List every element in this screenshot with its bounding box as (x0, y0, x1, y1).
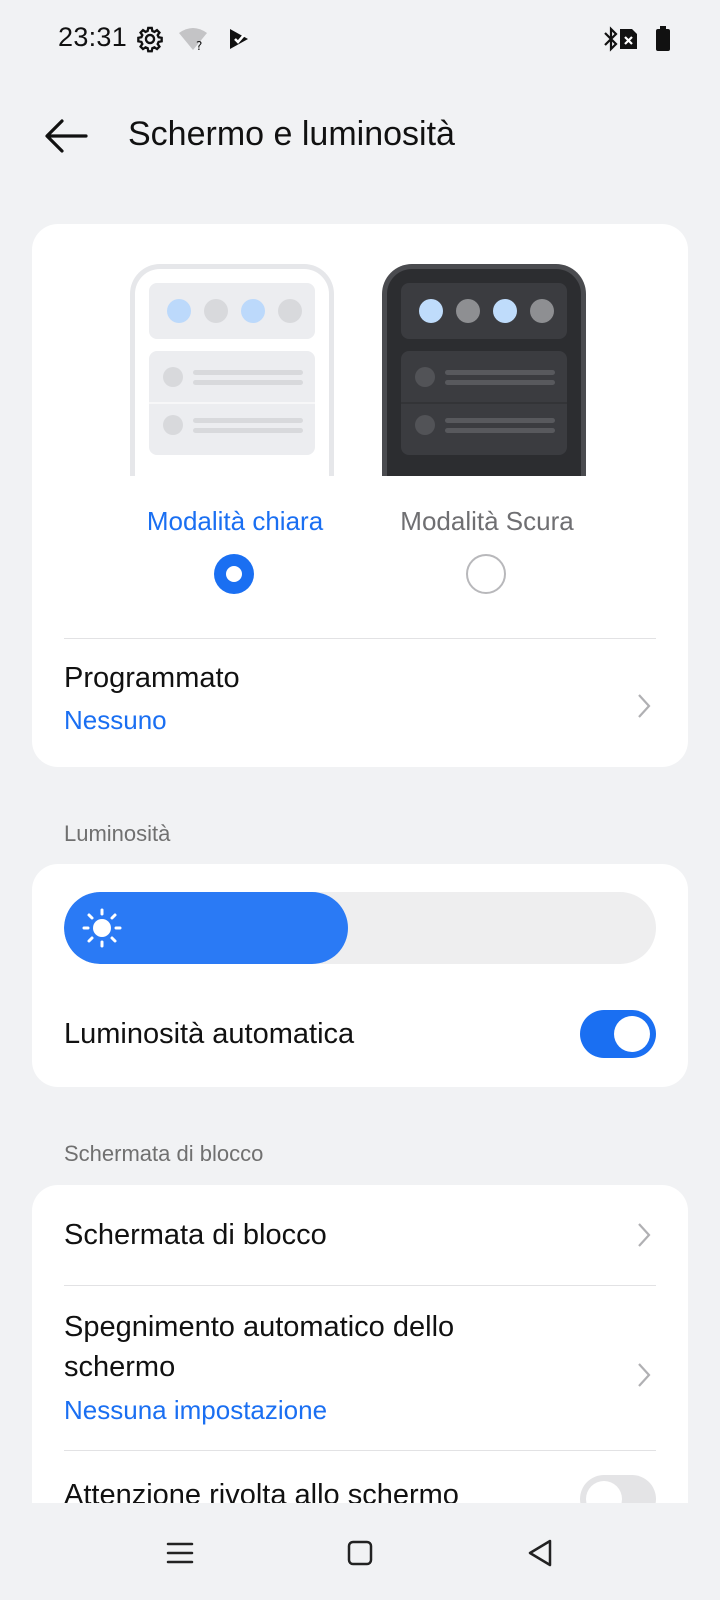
chevron-right-icon (632, 1215, 656, 1255)
divider (64, 1450, 656, 1451)
auto-brightness-row: Luminosità automatica (64, 1014, 656, 1062)
page-title: Schermo e luminosità (128, 115, 455, 153)
theme-option-light[interactable]: Modalità chiara (130, 264, 340, 604)
back-button[interactable] (36, 106, 96, 166)
brightness-section-label: Luminosità (64, 821, 171, 846)
battery-icon (648, 24, 678, 54)
light-mode-radio[interactable] (214, 554, 254, 594)
brightness-slider[interactable] (64, 892, 656, 964)
lock-screen-row[interactable]: Schermata di blocco (64, 1207, 656, 1267)
wifi-unknown-icon: ? (178, 24, 208, 54)
nav-back-button[interactable] (516, 1529, 564, 1577)
home-square-icon (347, 1540, 373, 1566)
screen-timeout-value: Nessuna impostazione (64, 1395, 328, 1425)
dark-mode-label: Modalità Scura (400, 506, 574, 536)
screen-timeout-title: Spegnimento automatico dello schermo (64, 1311, 455, 1383)
divider (64, 638, 656, 639)
svg-text:?: ? (196, 39, 202, 52)
menu-icon (166, 1542, 194, 1564)
light-mode-label: Modalità chiara (146, 506, 324, 536)
navigation-bar (0, 1503, 720, 1600)
status-time: 23:31 (58, 22, 128, 52)
dark-mode-preview (382, 264, 586, 476)
schedule-value: Nessuno (64, 705, 167, 735)
auto-brightness-label: Luminosità automatica (64, 1018, 355, 1050)
lock-section-label: Schermata di blocco (64, 1141, 264, 1166)
gear-icon (135, 24, 165, 54)
lock-screen-title: Schermata di blocco (64, 1219, 327, 1251)
dark-mode-radio[interactable] (466, 554, 506, 594)
recent-apps-button[interactable] (156, 1529, 204, 1577)
auto-brightness-toggle[interactable] (580, 1010, 656, 1058)
schedule-title: Programmato (64, 662, 240, 694)
play-store-icon (224, 24, 254, 54)
status-bar: 23:31 ? (0, 0, 720, 80)
theme-option-dark[interactable]: Modalità Scura (382, 264, 592, 604)
app-header: Schermo e luminosità (0, 100, 720, 172)
screen-timeout-row[interactable]: Spegnimento automatico dello schermo Nes… (64, 1307, 656, 1437)
light-mode-preview (130, 264, 334, 476)
sun-icon (82, 908, 122, 948)
arrow-left-icon (45, 119, 88, 153)
brightness-card: Luminosità automatica (32, 864, 688, 1087)
divider (64, 1285, 656, 1286)
chevron-right-icon (632, 1355, 656, 1395)
sim-error-icon (613, 24, 643, 54)
chevron-right-icon (632, 686, 656, 726)
back-triangle-icon (528, 1539, 552, 1567)
theme-card: Modalità chiara Modalità Scura Programma… (32, 224, 688, 767)
home-button[interactable] (336, 1529, 384, 1577)
schedule-row[interactable]: Programmato Nessuno (64, 662, 656, 752)
